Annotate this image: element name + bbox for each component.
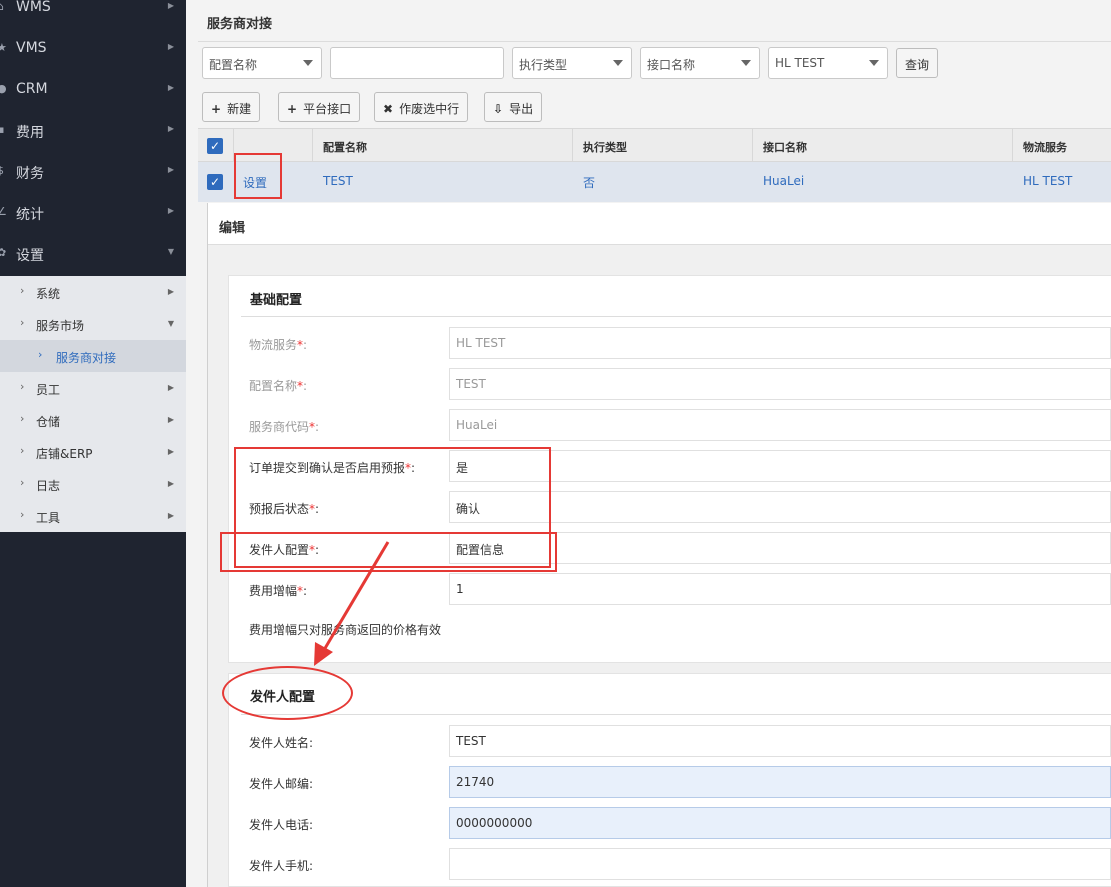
annotation-arrow [314, 541, 390, 666]
